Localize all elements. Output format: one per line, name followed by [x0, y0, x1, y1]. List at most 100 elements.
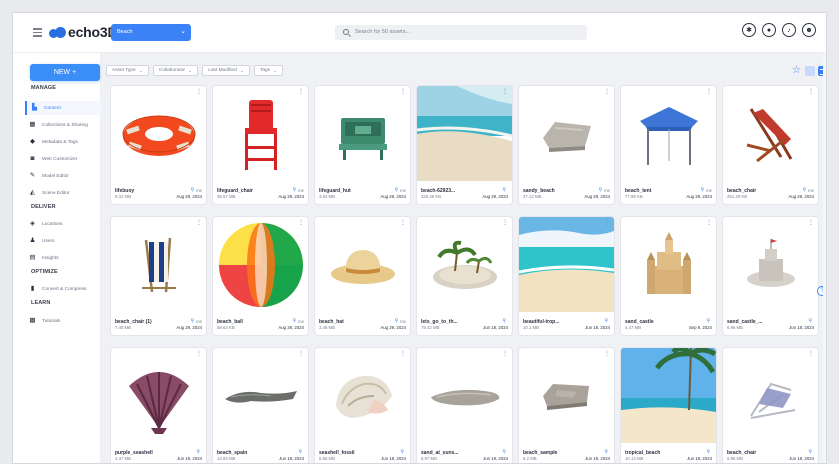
lifebuoy-thumbnail[interactable] — [111, 86, 206, 181]
more-options-icon[interactable]: ⋮ — [604, 220, 610, 226]
pin-icon[interactable]: ⚲ — [701, 187, 705, 193]
user-icon[interactable]: ☻ — [802, 23, 816, 37]
seashell-thumbnail[interactable] — [111, 348, 206, 443]
sand-slab-thumbnail[interactable] — [519, 86, 614, 181]
sidebar-item-insights[interactable]: ▤ Insights — [25, 251, 103, 265]
drop-icon[interactable]: ● — [762, 23, 776, 37]
project-select[interactable]: Beach ⌄ — [111, 24, 191, 41]
pin-icon[interactable]: ⚲ — [298, 449, 302, 455]
beach-tent-thumbnail[interactable] — [621, 86, 716, 181]
bell-icon[interactable]: ♪ — [782, 23, 796, 37]
filter-asset-type[interactable]: Asset Type ⌄ — [106, 65, 149, 76]
more-options-icon[interactable]: ⋮ — [706, 89, 712, 95]
asset-card[interactable]: ⋮ lets_go_to_th... 79.42 MB ⚲ Jun 18, 2024 — [417, 217, 512, 335]
more-options-icon[interactable]: ⋮ — [604, 89, 610, 95]
pin-icon[interactable]: ⚲ — [395, 318, 399, 324]
asset-card[interactable]: ⋮ beach-62923... 325.46 KB ⚲ Aug 29, 2024 — [417, 86, 512, 204]
pin-icon[interactable]: ⚲ — [293, 318, 297, 324]
more-options-icon[interactable]: ⋮ — [604, 351, 610, 357]
sand-slab-2-thumbnail[interactable] — [519, 348, 614, 443]
lifeguard-hut-thumbnail[interactable] — [315, 86, 410, 181]
tropical-photo-thumbnail[interactable] — [519, 217, 614, 312]
sidebar-item-convert[interactable]: ▮ Convert & Compress — [25, 282, 103, 296]
more-options-icon[interactable]: ⋮ — [298, 220, 304, 226]
grid-view-toggle[interactable] — [805, 66, 815, 76]
sidebar-item-scene-editor[interactable]: ◭ Scene Editor — [25, 186, 103, 200]
more-options-icon[interactable]: ⋮ — [706, 351, 712, 357]
asset-card[interactable]: ⋮ lifebuoy 9.31 MB ⚲ me Aug 29, 2024 — [111, 86, 206, 204]
asset-card[interactable]: ⋮ beach_ball 58.63 KB ⚲ me Aug 29, 2024 — [213, 217, 308, 335]
filter-last-modified[interactable]: Last Modified ⌄ — [202, 65, 250, 76]
rock-strip-thumbnail[interactable] — [213, 348, 308, 443]
more-options-icon[interactable]: ⋮ — [298, 351, 304, 357]
more-options-icon[interactable]: ⋮ — [400, 220, 406, 226]
pin-icon[interactable]: ⚲ — [599, 187, 603, 193]
more-options-icon[interactable]: ⋮ — [196, 89, 202, 95]
asset-card[interactable]: ⋮ lifeguard_chair 35.57 MB ⚲ me Aug 29, 2024 — [213, 86, 308, 204]
pin-icon[interactable]: ⚲ — [191, 187, 195, 193]
pin-icon[interactable]: ⚲ — [293, 187, 297, 193]
beach-hat-thumbnail[interactable] — [315, 217, 410, 312]
sidebar-item-locations[interactable]: ◈ Locations — [25, 217, 103, 231]
asset-card[interactable]: ⋮ beach_tent 77.89 KB ⚲ me Aug 29, 2024 — [621, 86, 716, 204]
pin-icon[interactable]: ⚲ — [191, 318, 195, 324]
hamburger-menu-icon[interactable] — [33, 28, 42, 37]
new-button[interactable]: NEW + — [30, 64, 100, 81]
asset-card[interactable]: ⋮ sand_castle 4.47 MB ⚲ Sep 9, 2024 — [621, 217, 716, 335]
asset-card[interactable]: ⋮ sand_castle_... 6.96 MB ⚲ Jun 18, 2024 — [723, 217, 818, 335]
asset-card[interactable]: ⋮ tropical_beach 10.13 MB ⚲ Jun 18, 2024 — [621, 348, 716, 463]
asset-card[interactable]: ⋮ beach_chair 6.96 MB ⚲ Jun 18, 2024 — [723, 348, 818, 463]
asset-card[interactable]: ⋮ beautiful-trop... 10.1 MB ⚲ Jun 18, 2024 — [519, 217, 614, 335]
conch-thumbnail[interactable] — [315, 348, 410, 443]
filter-tags[interactable]: Tags ⌄ — [253, 65, 284, 76]
sidebar-item-collections[interactable]: ▦ Collections & Sharing — [25, 118, 103, 132]
more-options-icon[interactable]: ⋮ — [808, 220, 814, 226]
more-options-icon[interactable]: ⋮ — [706, 220, 712, 226]
pin-icon[interactable]: ⚲ — [502, 449, 506, 455]
sidebar-item-tutorials[interactable]: ▩ Tutorials — [25, 314, 103, 328]
sand-patch-thumbnail[interactable] — [417, 348, 512, 443]
more-options-icon[interactable]: ⋮ — [808, 351, 814, 357]
more-options-icon[interactable]: ⋮ — [298, 89, 304, 95]
more-options-icon[interactable]: ⋮ — [502, 351, 508, 357]
sidebar-item-users[interactable]: ♟ Users — [25, 234, 103, 248]
pin-icon[interactable]: ⚲ — [803, 187, 807, 193]
asset-card[interactable]: ⋮ sandy_beach 37.12 MB ⚲ me Aug 29, 2024 — [519, 86, 614, 204]
asset-card[interactable]: ⋮ sand_at_suns... 8.97 MB ⚲ Jun 18, 2024 — [417, 348, 512, 463]
more-options-icon[interactable]: ⋮ — [502, 89, 508, 95]
sidebar-item-model-editor[interactable]: ✎ Model Editor — [25, 169, 103, 183]
sand-castle-thumbnail[interactable] — [621, 217, 716, 312]
beach-ball-thumbnail[interactable] — [213, 217, 308, 312]
deck-chair-thumbnail[interactable] — [723, 86, 818, 181]
more-options-icon[interactable]: ⋮ — [196, 351, 202, 357]
lounger-thumbnail[interactable] — [723, 348, 818, 443]
asset-card[interactable]: ⋮ beach_sample 9.2 MB ⚲ Jun 18, 2024 — [519, 348, 614, 463]
asset-card[interactable]: ⋮ seashell_fossil 5.55 MB ⚲ Jun 18, 2024 — [315, 348, 410, 463]
sand-castle-2-thumbnail[interactable] — [723, 217, 818, 312]
asset-card[interactable]: ⋮ beach_chair (1) 7.45 MB ⚲ me Aug 29, 2024 — [111, 217, 206, 335]
striped-chair-thumbnail[interactable] — [111, 217, 206, 312]
more-options-icon[interactable]: ⋮ — [502, 220, 508, 226]
more-options-icon[interactable]: ⋮ — [196, 220, 202, 226]
pin-icon[interactable]: ⚲ — [604, 449, 608, 455]
pin-icon[interactable]: ⚲ — [808, 318, 812, 324]
asset-card[interactable]: ⋮ lifeguard_hut 3.94 MB ⚲ me Aug 29, 2024 — [315, 86, 410, 204]
lifeguard-chair-thumbnail[interactable] — [213, 86, 308, 181]
sidebar-item-web-customizer[interactable]: ◙ Web Customizer — [25, 152, 103, 166]
pin-icon[interactable]: ⚲ — [604, 318, 608, 324]
more-options-icon[interactable]: ⋮ — [400, 351, 406, 357]
asset-card[interactable]: ⋮ beach_spain 13.93 MB ⚲ Jun 18, 2024 — [213, 348, 308, 463]
sidebar-item-metadata[interactable]: ◆ Metadata & Tags — [25, 135, 103, 149]
pin-icon[interactable]: ⚲ — [502, 187, 506, 193]
asset-card[interactable]: ⋮ purple_seashell 4.37 MB ⚲ Jun 18, 2024 — [111, 348, 206, 463]
pin-icon[interactable]: ⚲ — [706, 449, 710, 455]
asset-card[interactable]: ⋮ beach_hat 3.48 MB ⚲ me Aug 29, 2024 — [315, 217, 410, 335]
sidebar-item-content[interactable]: ▙ Content — [25, 101, 103, 115]
pin-icon[interactable]: ⚲ — [706, 318, 710, 324]
more-options-icon[interactable]: ⋮ — [808, 89, 814, 95]
palm-photo-thumbnail[interactable] — [621, 348, 716, 443]
search-input[interactable]: Search for 50 assets... — [335, 25, 587, 40]
beach-photo-thumbnail[interactable] — [417, 86, 512, 181]
pin-icon[interactable]: ⚲ — [400, 449, 404, 455]
pin-icon[interactable]: ⚲ — [395, 187, 399, 193]
